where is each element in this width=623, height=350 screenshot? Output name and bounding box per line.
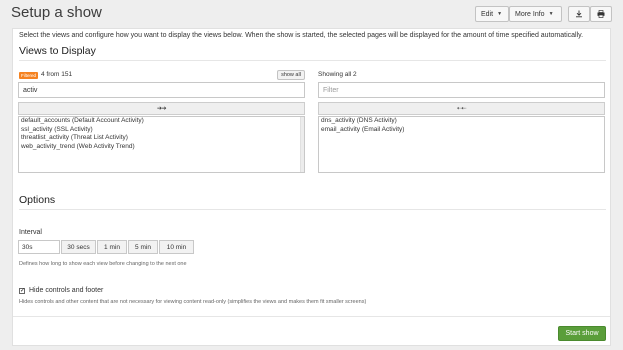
download-icon: [576, 10, 582, 18]
list-item[interactable]: default_accounts (Default Account Activi…: [19, 117, 304, 126]
divider: [13, 316, 610, 317]
edit-button[interactable]: Edit ▼: [475, 6, 509, 22]
download-button[interactable]: [568, 6, 590, 22]
interval-input[interactable]: 30s: [18, 240, 60, 254]
preset-10-min-button[interactable]: 10 min: [159, 240, 194, 254]
selected-views-list[interactable]: dns_activity (DNS Activity) email_activi…: [318, 116, 605, 173]
add-selected-button[interactable]: ➔➔: [18, 102, 305, 115]
page-header: Setup a show Edit ▼ More Info ▼: [0, 0, 623, 27]
divider: [19, 60, 606, 61]
list-item[interactable]: dns_activity (DNS Activity): [319, 117, 604, 126]
preset-5-min-button[interactable]: 5 min: [128, 240, 158, 254]
preset-30-secs-button[interactable]: 30 secs: [61, 240, 96, 254]
more-info-button[interactable]: More Info ▼: [509, 6, 562, 22]
interval-help: Defines how long to show each view befor…: [19, 261, 187, 267]
hide-controls-help: Hides controls and other content that ar…: [19, 299, 367, 305]
available-count: 4 from 151: [41, 71, 73, 78]
preset-1-min-button[interactable]: 1 min: [97, 240, 127, 254]
divider: [19, 209, 606, 210]
interval-label: Interval: [19, 229, 42, 236]
edit-button-label: Edit: [481, 10, 494, 18]
available-views-list[interactable]: default_accounts (Default Account Activi…: [18, 116, 305, 173]
page-title: Setup a show: [11, 4, 102, 21]
chevron-down-icon: ▼: [548, 11, 554, 17]
print-button[interactable]: [590, 6, 612, 22]
more-info-button-label: More Info: [515, 10, 545, 18]
filtered-badge: Filtered: [19, 72, 39, 79]
options-heading: Options: [19, 194, 56, 206]
start-show-button[interactable]: Start show: [558, 326, 606, 341]
hide-controls-checkbox[interactable]: ✓: [19, 288, 25, 294]
show-setup-panel: Select the views and configure how you w…: [12, 28, 611, 346]
print-icon: [597, 10, 605, 18]
list-item[interactable]: threatlist_activity (Threat List Activit…: [19, 134, 304, 143]
views-heading: Views to Display: [19, 45, 96, 57]
scrollbar[interactable]: [300, 117, 304, 172]
chevron-down-icon: ▼: [497, 11, 503, 17]
list-item[interactable]: ssl_activity (SSL Activity): [19, 126, 304, 135]
remove-selected-button[interactable]: ⇠⇠: [318, 102, 605, 115]
list-item[interactable]: web_activity_trend (Web Activity Trend): [19, 143, 304, 152]
show-all-button[interactable]: show all: [277, 70, 305, 80]
list-item[interactable]: email_activity (Email Activity): [319, 126, 604, 135]
intro-text: Select the views and configure how you w…: [19, 32, 584, 39]
selected-filter-input[interactable]: Filter: [318, 82, 605, 98]
hide-controls-label[interactable]: Hide controls and footer: [29, 287, 103, 294]
available-filter-input[interactable]: activ: [18, 82, 305, 98]
selected-count: Showing all 2: [318, 71, 357, 78]
